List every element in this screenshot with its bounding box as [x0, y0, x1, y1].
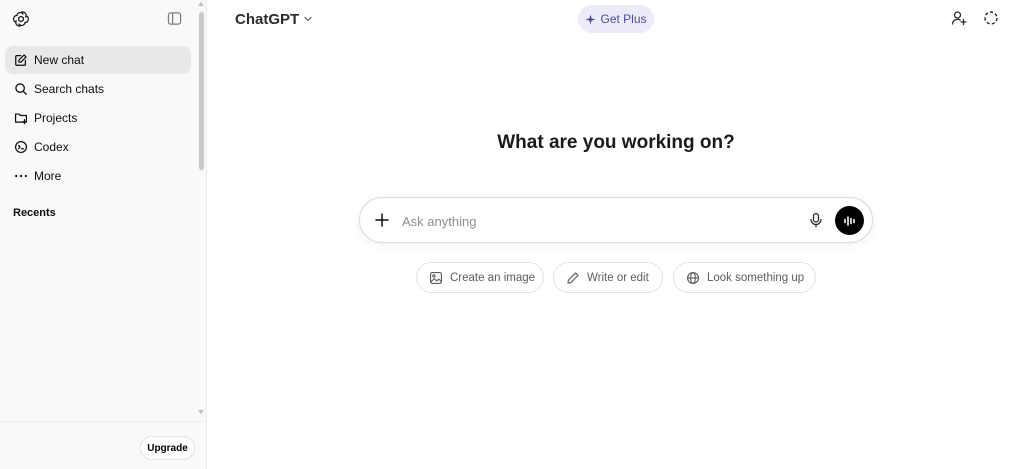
plus-icon[interactable]	[374, 212, 390, 228]
pencil-icon	[566, 271, 580, 285]
add-person-icon[interactable]	[951, 10, 967, 26]
sidebar-scrollbar[interactable]	[197, 0, 207, 420]
image-icon	[429, 271, 443, 285]
chip-label: Create an image	[450, 271, 536, 284]
sidebar-item-label: New chat	[34, 53, 85, 67]
sidebar-item-label: Projects	[34, 111, 78, 125]
chip-write-or-edit[interactable]: Write or edit	[553, 262, 663, 293]
prompt-input[interactable]	[402, 211, 782, 231]
more-dots-icon	[14, 169, 28, 183]
globe-icon	[686, 271, 700, 285]
chip-label: Write or edit	[587, 271, 649, 284]
microphone-icon[interactable]	[808, 212, 824, 228]
folder-plus-icon	[14, 111, 28, 125]
scroll-down-arrow-icon[interactable]	[198, 410, 204, 414]
sidebar-footer: Upgrade	[0, 421, 207, 469]
edit-icon	[14, 53, 28, 67]
sidebar-item-search-chats[interactable]: Search chats	[5, 75, 191, 103]
get-plus-label: Get Plus	[600, 12, 647, 26]
sidebar-item-new-chat[interactable]: New chat	[5, 46, 191, 74]
chevron-down-icon	[304, 16, 312, 22]
voice-mode-button[interactable]	[835, 206, 864, 235]
sidebar: New chat Search chats Projects Codex Mor…	[0, 0, 207, 469]
model-name: ChatGPT	[235, 10, 300, 28]
sidebar-item-label: More	[34, 169, 62, 183]
scroll-up-arrow-icon[interactable]	[198, 2, 204, 6]
model-picker[interactable]: ChatGPT	[235, 9, 313, 29]
sidebar-item-projects[interactable]: Projects	[5, 104, 191, 132]
sidebar-item-more[interactable]: More	[5, 162, 191, 190]
chip-create-image[interactable]: Create an image	[416, 262, 544, 293]
sparkle-icon	[585, 13, 597, 25]
sidebar-item-label: Search chats	[34, 82, 105, 96]
page-headline: What are you working on?	[497, 132, 735, 153]
sidebar-nav: New chat Search chats Projects Codex Mor…	[5, 46, 191, 191]
chip-label: Look something up	[707, 271, 805, 284]
get-plus-button[interactable]: Get Plus	[578, 5, 654, 33]
toggle-sidebar-icon[interactable]	[167, 11, 182, 26]
search-icon	[14, 82, 28, 96]
upgrade-button[interactable]: Upgrade	[140, 436, 195, 460]
composer	[359, 197, 873, 243]
temporary-chat-icon[interactable]	[983, 10, 999, 26]
chip-look-something-up[interactable]: Look something up	[673, 262, 816, 293]
openai-logo-icon[interactable]	[12, 10, 30, 28]
waveform-icon	[843, 215, 855, 226]
recents-heading: Recents	[13, 207, 56, 219]
